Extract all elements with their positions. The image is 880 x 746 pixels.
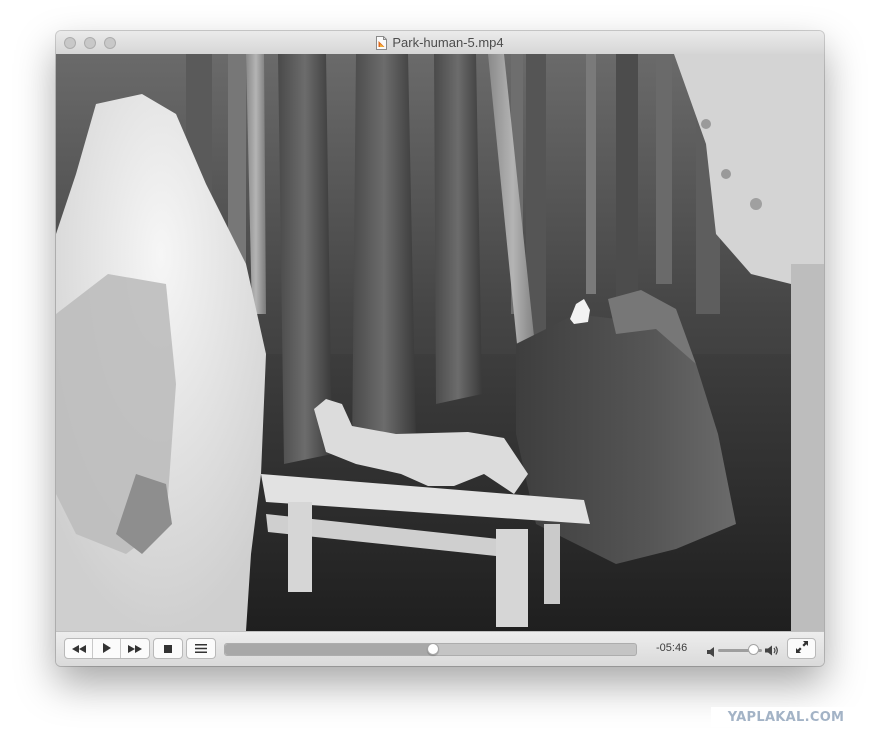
watermark: YAPLAKAL.COM: [711, 707, 861, 727]
speaker-low-icon: [707, 644, 715, 662]
fast-forward-icon: [128, 640, 142, 658]
fullscreen-icon: [795, 640, 808, 658]
video-file-icon: [376, 35, 388, 50]
time-remaining: -05:46: [656, 642, 688, 654]
thermal-video-frame: [56, 54, 824, 631]
playback-progress-bar[interactable]: [224, 643, 637, 656]
playlist-icon: [195, 640, 207, 658]
rewind-button[interactable]: [65, 639, 93, 658]
title-group: Park-human-5.mp4: [56, 31, 824, 54]
play-icon: [102, 640, 111, 658]
window-title: Park-human-5.mp4: [392, 35, 504, 50]
stop-icon: [164, 640, 172, 658]
transport-buttons: [64, 638, 150, 659]
progress-knob[interactable]: [426, 643, 439, 655]
stop-group: [153, 638, 183, 659]
rewind-icon: [71, 640, 86, 658]
title-bar[interactable]: Park-human-5.mp4: [56, 31, 824, 55]
playlist-group: [186, 638, 216, 659]
fullscreen-button[interactable]: [787, 638, 816, 659]
progress-fill: [225, 644, 433, 655]
volume-knob[interactable]: [748, 644, 760, 655]
play-button[interactable]: [93, 639, 121, 658]
video-frame[interactable]: [56, 54, 824, 631]
control-bar: -05:46: [56, 631, 824, 666]
stop-button[interactable]: [154, 639, 182, 658]
player-window: Park-human-5.mp4 -05:46: [56, 31, 824, 666]
speaker-high-icon: [765, 643, 779, 661]
playlist-button[interactable]: [187, 639, 215, 658]
fast-forward-button[interactable]: [121, 639, 149, 658]
